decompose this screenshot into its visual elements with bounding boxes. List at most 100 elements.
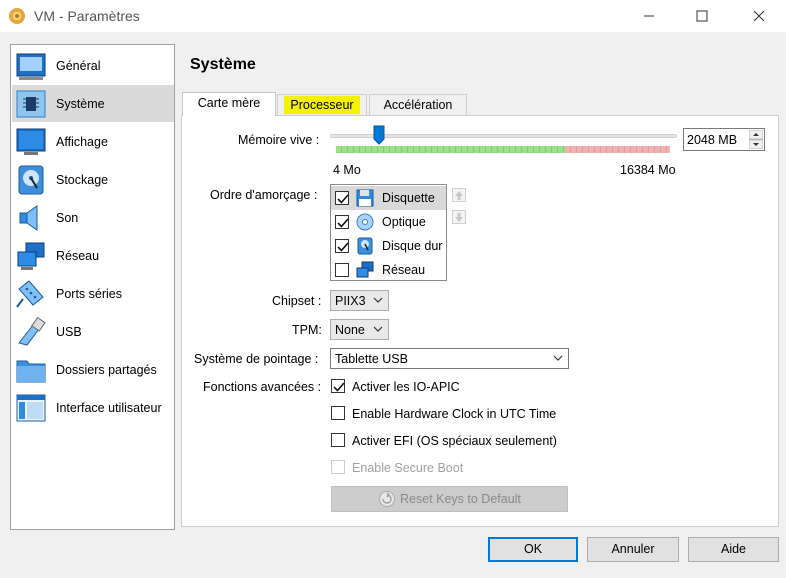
sidebar-item-storage[interactable]: Stockage (12, 161, 174, 198)
sidebar-item-serial-ports[interactable]: Ports séries (12, 275, 174, 312)
memory-value: 2048 MB (687, 133, 738, 147)
reset-icon (379, 491, 395, 507)
io-apic-checkbox[interactable] (331, 379, 345, 393)
ok-button[interactable]: OK (488, 537, 578, 562)
settings-sidebar: Général Système Affichage Stockage Son R… (10, 44, 175, 530)
minimize-icon (644, 15, 654, 17)
tpm-value: None (335, 323, 365, 337)
network-icon (356, 261, 374, 278)
sidebar-item-shared-folders[interactable]: Dossiers partagés (12, 351, 174, 388)
memory-min-label: 4 Mo (333, 163, 361, 177)
speaker-icon (19, 205, 38, 231)
list-item-optical[interactable]: Optique (331, 210, 446, 234)
efi-checkbox[interactable] (331, 433, 345, 447)
sidebar-item-label: USB (56, 325, 82, 339)
memory-safe-range-bar (336, 146, 565, 153)
sidebar-item-label: Système (56, 97, 105, 111)
title-bar: VM - Paramètres (0, 0, 786, 32)
hard-disk-icon (357, 237, 373, 255)
spin-arrows-icon[interactable] (749, 130, 763, 149)
arrow-down-icon (455, 213, 463, 222)
reset-keys-button: Reset Keys to Default (331, 486, 568, 512)
reset-keys-label: Reset Keys to Default (400, 492, 521, 506)
boot-item-label: Réseau (382, 263, 426, 277)
help-label: Aide (720, 542, 747, 556)
efi-label[interactable]: Activer EFI (OS spéciaux seulement) (352, 434, 557, 448)
tpm-label: TPM: (292, 323, 322, 337)
maximize-icon (696, 10, 708, 22)
list-item-floppy[interactable]: Disquette (331, 186, 446, 210)
checkmark-icon (337, 242, 349, 252)
virtualbox-logo-icon (9, 8, 25, 24)
checkmark-icon (333, 382, 345, 392)
chipset-select[interactable]: PIIX3 (330, 290, 389, 311)
floppy-checkbox[interactable] (335, 191, 349, 205)
tab-label: Carte mère (197, 96, 261, 110)
floppy-icon (356, 189, 374, 207)
folder-icon (16, 360, 46, 383)
minimize-button[interactable] (626, 0, 672, 32)
sidebar-item-label: Réseau (56, 249, 100, 263)
chipset-value: PIIX3 (335, 294, 366, 308)
arrow-up-icon (455, 191, 463, 200)
motherboard-panel (181, 115, 779, 527)
sidebar-item-usb[interactable]: USB (12, 313, 174, 350)
chevron-down-icon (373, 297, 383, 303)
sidebar-item-system[interactable]: Système (12, 85, 174, 122)
optical-checkbox[interactable] (335, 215, 349, 229)
close-icon (753, 10, 765, 22)
utc-clock-checkbox[interactable] (331, 406, 345, 420)
tab-motherboard[interactable]: Carte mère (182, 92, 276, 116)
sidebar-item-label: Général (56, 59, 101, 73)
window-title: VM - Paramètres (34, 8, 140, 24)
chip-icon (16, 90, 46, 118)
list-item-network[interactable]: Réseau (331, 258, 446, 282)
list-item-hard-disk[interactable]: Disque dur (331, 234, 446, 258)
boot-order-label: Ordre d'amorçage : (210, 188, 318, 202)
network-checkbox[interactable] (335, 263, 349, 277)
ok-label: OK (523, 542, 543, 556)
move-down-button[interactable] (452, 210, 466, 224)
memory-spinbox[interactable]: 2048 MB (683, 128, 765, 151)
pointing-value: Tablette USB (335, 352, 408, 366)
memory-max-label: 16384 Mo (620, 163, 676, 177)
page-title: Système (190, 56, 256, 73)
serial-port-icon (16, 280, 44, 308)
tab-label: Processeur (284, 96, 360, 114)
optical-disc-icon (356, 213, 374, 231)
usb-icon (18, 317, 46, 346)
sidebar-item-audio[interactable]: Son (12, 199, 174, 236)
sidebar-item-display[interactable]: Affichage (12, 123, 174, 160)
ui-icon (16, 394, 46, 422)
secure-boot-label: Enable Secure Boot (352, 461, 464, 475)
tab-processor[interactable]: Processeur (277, 94, 367, 116)
sidebar-item-label: Affichage (56, 135, 108, 149)
tab-label: Accélération (383, 98, 453, 112)
disk-icon (18, 165, 44, 195)
advanced-label: Fonctions avancées : (203, 380, 322, 394)
sidebar-item-label: Interface utilisateur (56, 401, 162, 415)
maximize-button[interactable] (679, 0, 725, 32)
sidebar-item-label: Stockage (56, 173, 109, 187)
sidebar-item-label: Dossiers partagés (56, 363, 157, 377)
memory-unsafe-range-bar (565, 146, 670, 153)
utc-clock-label[interactable]: Enable Hardware Clock in UTC Time (352, 407, 556, 421)
monitor-icon (16, 128, 46, 155)
sidebar-item-user-interface[interactable]: Interface utilisateur (12, 389, 174, 426)
memory-slider-handle[interactable] (373, 125, 385, 145)
close-button[interactable] (736, 0, 782, 32)
pointing-select[interactable]: Tablette USB (330, 348, 569, 369)
io-apic-label[interactable]: Activer les IO-APIC (352, 380, 460, 394)
tpm-select[interactable]: None (330, 319, 389, 340)
tab-acceleration[interactable]: Accélération (369, 94, 467, 116)
cancel-button[interactable]: Annuler (587, 537, 679, 562)
help-button[interactable]: Aide (688, 537, 779, 562)
move-up-button[interactable] (452, 188, 466, 202)
boot-order-list[interactable]: Disquette Optique Disque dur Réseau (330, 184, 447, 281)
sidebar-item-network[interactable]: Réseau (12, 237, 174, 274)
boot-item-label: Disque dur (382, 239, 443, 253)
memory-label: Mémoire vive : (238, 133, 320, 147)
hard-disk-checkbox[interactable] (335, 239, 349, 253)
secure-boot-checkbox (331, 460, 345, 474)
sidebar-item-general[interactable]: Général (12, 47, 174, 84)
